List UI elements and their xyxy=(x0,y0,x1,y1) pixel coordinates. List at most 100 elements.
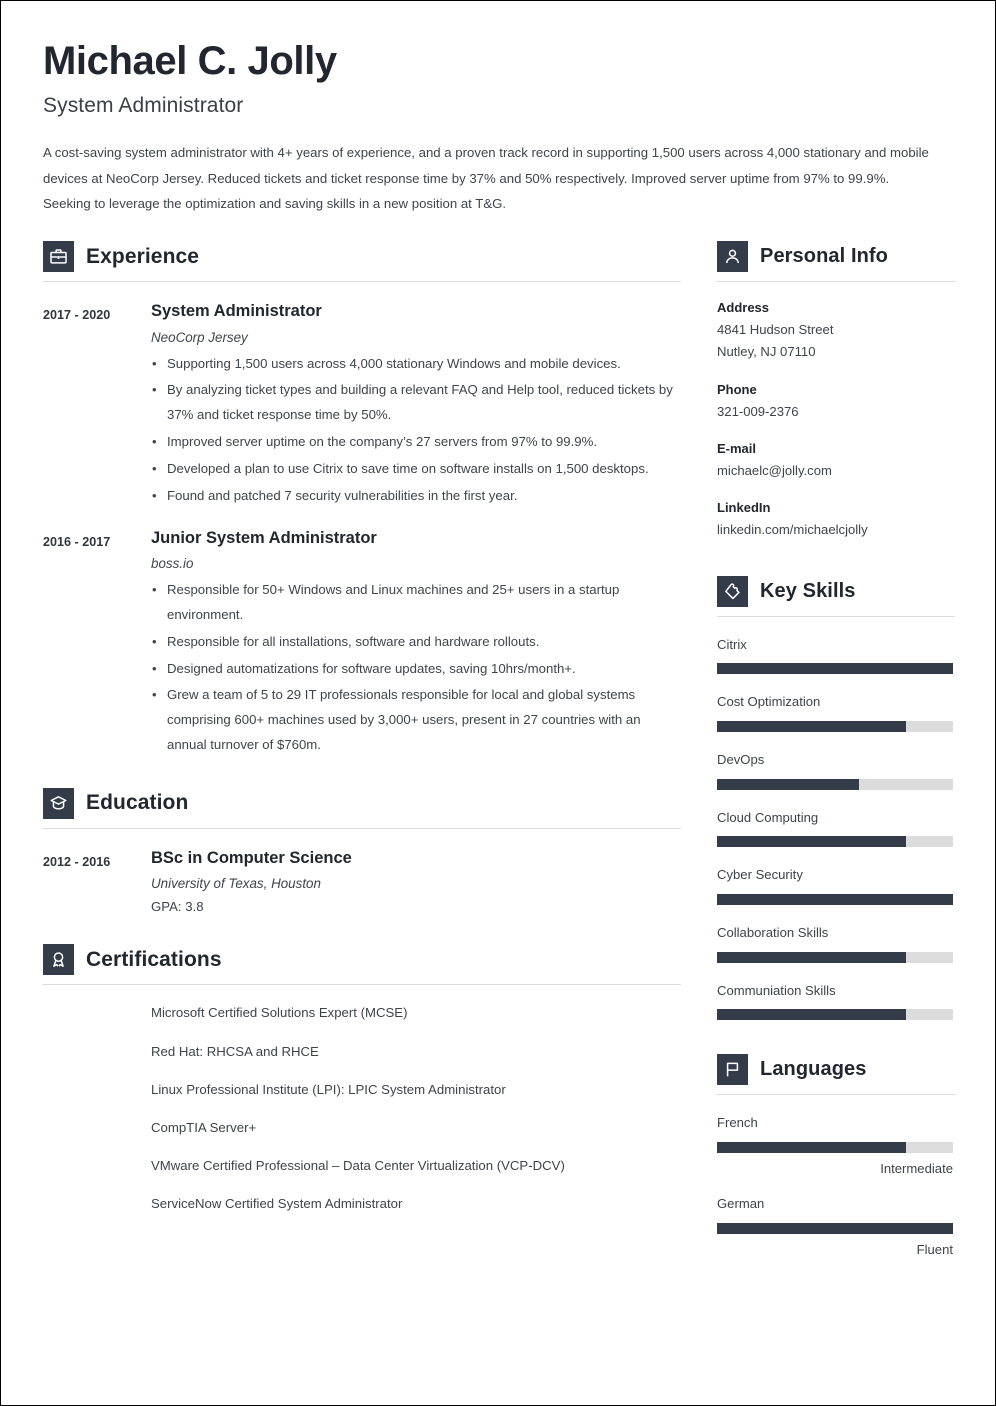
experience-heading: Experience xyxy=(43,241,681,272)
skill-item: Cyber Security xyxy=(717,865,955,905)
skill-bar-track xyxy=(717,778,953,790)
job-title: System Administrator xyxy=(43,93,244,117)
skill-bar-track xyxy=(717,836,953,848)
section-languages: Languages French Intermediate German Flu… xyxy=(717,1054,955,1257)
bullet-item: Responsible for all installations, softw… xyxy=(151,630,681,655)
experience-entry: 2017 - 2020 System Administrator NeoCorp… xyxy=(43,301,681,509)
briefcase-icon xyxy=(43,241,74,272)
personal-info-heading: Personal Info xyxy=(717,241,955,272)
entry-role: System Administrator xyxy=(151,302,322,320)
profile-summary: A cost-saving system administrator with … xyxy=(43,144,929,212)
resume-body: Experience 2017 - 2020 System Administra… xyxy=(43,241,955,1257)
skill-bar-fill xyxy=(717,1009,906,1021)
skill-item: Citrix xyxy=(717,635,955,675)
section-personal-info: Personal Info Address 4841 Hudson Street… xyxy=(717,241,955,542)
entry-dates: 2016 - 2017 xyxy=(43,534,111,549)
entry-organization: NeoCorp Jersey xyxy=(151,329,248,345)
info-label: E-mail xyxy=(717,441,757,457)
skill-bar-fill xyxy=(717,721,906,733)
list-item: Linux Professional Institute (LPI): LPIC… xyxy=(151,1081,506,1097)
languages-divider xyxy=(717,1094,955,1096)
skill-item: Communiation Skills xyxy=(717,981,955,1021)
entry-dates: 2012 - 2016 xyxy=(43,854,111,869)
main-column: Experience 2017 - 2020 System Administra… xyxy=(43,241,681,1232)
education-heading: Education xyxy=(43,787,681,819)
entry-content: BSc in Computer Science University of Te… xyxy=(151,848,681,915)
language-level-label: Intermediate xyxy=(880,1160,953,1176)
skill-item: Cost Optimization xyxy=(717,692,955,733)
skill-label: Collaboration Skills xyxy=(717,924,829,940)
resume-header: Michael C. Jolly System Administrator A … xyxy=(43,39,953,217)
entry-bullet-list: Responsible for 50+ Windows and Linux ma… xyxy=(151,578,681,758)
language-label: French xyxy=(717,1115,758,1131)
school-name: University of Texas, Houston xyxy=(151,876,321,892)
skill-item: DevOps xyxy=(717,750,955,790)
skill-bar-track xyxy=(717,893,953,905)
key-skills-divider xyxy=(717,615,955,617)
info-value: 4841 Hudson Street xyxy=(717,321,834,337)
key-skills-heading: Key Skills xyxy=(717,575,955,607)
page-title: Michael C. Jolly xyxy=(43,39,337,83)
experience-entry: 2016 - 2017 Junior System Administrator … xyxy=(43,528,681,758)
skill-label: Cloud Computing xyxy=(717,809,819,825)
resume-sheet: Michael C. Jolly System Administrator A … xyxy=(1,1,995,1405)
personal-info-title: Personal Info xyxy=(760,245,888,267)
list-item: ServiceNow Certified System Administrato… xyxy=(151,1196,403,1212)
language-level-label: Fluent xyxy=(916,1241,953,1257)
info-group-address: Address 4841 Hudson Street Nutley, NJ 07… xyxy=(717,298,955,364)
bullet-item: Responsible for 50+ Windows and Linux ma… xyxy=(151,578,681,628)
certification-list: Microsoft Certified Solutions Expert (MC… xyxy=(43,1003,681,1213)
puzzle-piece-icon xyxy=(717,575,748,607)
entry-bullet-list: Supporting 1,500 users across 4,000 stat… xyxy=(151,352,681,509)
skill-bar-fill xyxy=(717,951,906,963)
skill-item: Collaboration Skills xyxy=(717,923,955,963)
certifications-title: Certifications xyxy=(86,947,222,971)
key-skills-title: Key Skills xyxy=(760,579,856,602)
certifications-divider xyxy=(43,984,681,986)
language-label: German xyxy=(717,1195,765,1211)
languages-title: Languages xyxy=(760,1058,867,1081)
info-group-phone: Phone 321-009-2376 xyxy=(717,380,955,423)
info-group-linkedin: LinkedIn linkedin.com/michaelcjolly xyxy=(717,498,955,541)
language-bar-fill xyxy=(717,1141,906,1153)
section-certifications: Certifications Microsoft Certified Solut… xyxy=(43,944,681,1213)
skill-bar-track xyxy=(717,1009,953,1021)
info-value[interactable]: linkedin.com/michaelcjolly xyxy=(717,519,955,542)
entry-dates: 2017 - 2020 xyxy=(43,308,111,322)
info-value[interactable]: michaelc@jolly.com xyxy=(717,460,955,483)
skill-label: Citrix xyxy=(717,636,747,652)
sidebar-column: Personal Info Address 4841 Hudson Street… xyxy=(717,241,955,1257)
skill-bar-fill xyxy=(717,836,906,848)
award-icon xyxy=(43,944,74,976)
info-value[interactable]: 321-009-2376 xyxy=(717,401,955,424)
language-bar-fill xyxy=(717,1222,953,1234)
info-label: Address xyxy=(717,300,770,315)
info-label: Phone xyxy=(717,381,757,397)
experience-divider xyxy=(43,281,681,282)
resume-page: Michael C. Jolly System Administrator A … xyxy=(0,0,996,1406)
skill-label: Cyber Security xyxy=(717,867,803,883)
list-item: Microsoft Certified Solutions Expert (MC… xyxy=(151,1005,408,1021)
entry-organization: boss.io xyxy=(151,556,194,572)
languages-heading: Languages xyxy=(717,1054,955,1086)
education-entry: 2012 - 2016 BSc in Computer Science Univ… xyxy=(43,848,681,915)
education-divider xyxy=(43,827,681,829)
list-item: Red Hat: RHCSA and RHCE xyxy=(151,1043,319,1059)
bullet-item: Designed automatizations for software up… xyxy=(151,657,681,682)
language-item: German Fluent xyxy=(717,1194,955,1257)
gpa-value: GPA: 3.8 xyxy=(151,899,204,915)
skill-label: Cost Optimization xyxy=(717,694,821,710)
list-item: CompTIA Server+ xyxy=(151,1119,257,1135)
bullet-item: Supporting 1,500 users across 4,000 stat… xyxy=(151,352,681,377)
skill-label: DevOps xyxy=(717,752,765,768)
personal-info-divider xyxy=(717,281,955,282)
bullet-item: Improved server uptime on the company’s … xyxy=(151,430,681,455)
skill-label: Communiation Skills xyxy=(717,982,836,998)
skill-bar-track xyxy=(717,721,953,733)
skill-item: Cloud Computing xyxy=(717,808,955,848)
skill-bar-fill xyxy=(717,893,953,905)
info-group-email: E-mail michaelc@jolly.com xyxy=(717,439,955,482)
person-icon xyxy=(717,241,748,272)
graduation-cap-icon xyxy=(43,787,74,819)
section-key-skills: Key Skills Citrix Cost Optimization DevO… xyxy=(717,575,955,1021)
